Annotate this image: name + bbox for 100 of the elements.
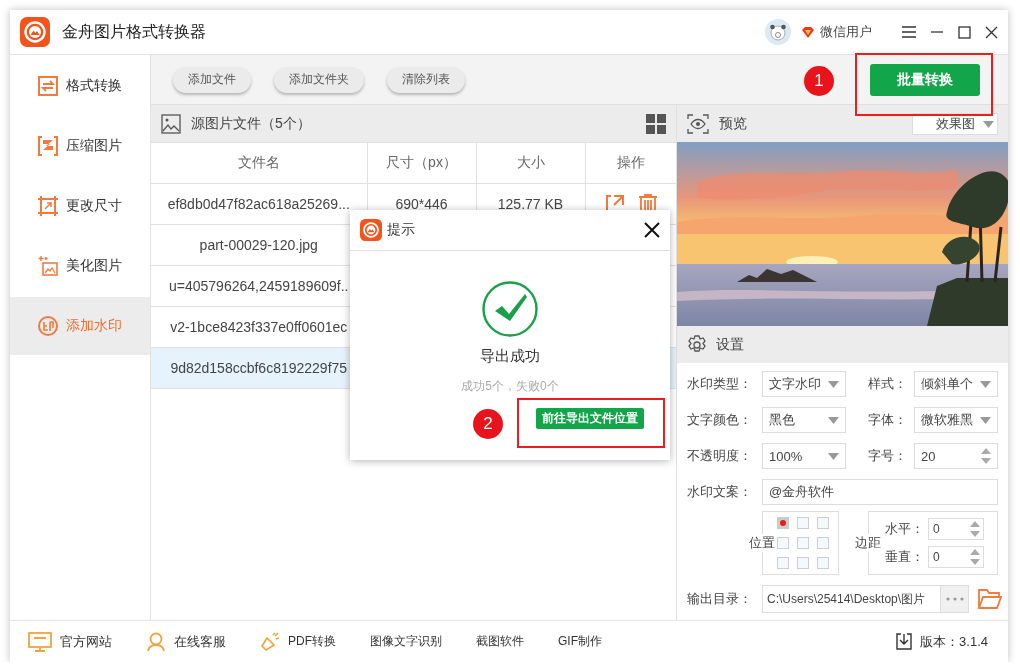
file-name: v2-1bce8423f337e0ff0601ec [170,319,348,335]
field-label: 水平： [885,520,924,538]
field-label: 字体： [867,411,908,429]
column-header: 文件名 [151,142,367,184]
file-name: 9d82d158ccbf6c8192229f75 [170,360,348,376]
window-title: 金舟图片格式转换器 [62,21,206,42]
folder-icon[interactable] [978,589,1002,609]
gem-icon [801,25,815,39]
monitor-icon [28,631,52,652]
download-icon[interactable] [896,633,913,650]
panel-title: 源图片文件（5个） [191,114,311,133]
position-cell[interactable] [797,557,809,569]
dropdown-caret-icon[interactable] [980,380,991,388]
field-label: 样式： [867,375,908,393]
column-header: 尺寸（px） [367,142,476,184]
dropdown-caret-icon[interactable] [828,416,839,424]
field-label: 输出目录： [687,590,753,608]
panda-icon [769,23,787,41]
dropdown-caret-icon[interactable] [828,380,839,388]
field-label: 水印文案： [687,483,753,501]
field-label: 位置 [749,534,775,552]
dropdown[interactable]: 100% [762,443,846,469]
panel-title: 设置 [716,335,744,354]
dropdown[interactable]: 倾斜单个 [914,371,998,397]
toolbar-button[interactable]: 添加文件夹 [274,66,364,93]
version-label: 版本：3.1.4 [920,632,988,651]
position-cell[interactable] [817,557,829,569]
field-label: 垂直： [885,548,924,566]
view-mode-dropdown[interactable]: 效果图 [912,112,998,135]
spinner-arrows-icon[interactable] [970,519,980,539]
position-cell[interactable] [817,517,829,529]
footer-link[interactable]: PDF转换 [288,633,336,650]
app-logo-icon [20,17,50,47]
footer-link[interactable]: 在线客服 [174,632,226,651]
browse-button[interactable] [941,585,969,613]
text-field[interactable]: @金舟软件 [762,479,998,505]
position-cell[interactable] [797,537,809,549]
file-size: 125.77 KB [497,196,564,212]
dropdown[interactable]: 黑色 [762,407,846,433]
field-label: 文字颜色： [687,411,753,429]
stamp-icon [38,316,58,336]
close-icon[interactable] [985,25,998,39]
sidebar-item[interactable]: 更改尺寸 [10,177,150,235]
file-name: part-00029-120.jpg [199,237,318,253]
settings-icon [687,334,707,355]
image-icon [161,113,181,134]
menu-icon[interactable] [902,26,916,38]
toolbar-button[interactable]: 清除列表 [387,66,465,93]
app-logo-icon [360,219,382,241]
result-summary: 成功5个，失败0个 [461,378,559,395]
sidebar-item[interactable]: 格式转换 [10,57,150,115]
file-name: ef8db0d47f82ac618a25269... [167,196,350,212]
field-label: 水印类型： [687,375,753,393]
column-header: 大小 [476,142,585,184]
toolbar-button[interactable]: 添加文件 [173,66,251,93]
position-cell[interactable] [777,557,789,569]
grid-view-icon[interactable] [646,113,666,134]
output-path-field[interactable]: C:\Users\25414\Desktop\图片 [762,585,941,613]
success-message: 导出成功 [480,347,540,366]
image-dimensions: 690*446 [395,196,448,212]
position-cell[interactable] [777,537,789,549]
position-cell[interactable] [817,537,829,549]
user-name[interactable]: 微信用户 [820,23,872,41]
more-icon [945,597,964,601]
sidebar-item[interactable]: 压缩图片 [10,117,150,175]
spinner-arrows-icon[interactable] [981,446,991,466]
dropdown[interactable]: 文字水印 [762,371,846,397]
close-icon[interactable] [644,222,660,238]
sparkle-image-icon [38,256,58,276]
success-check-icon [482,281,538,337]
footer-link[interactable]: GIF制作 [558,633,602,650]
number-field[interactable]: 0 [928,518,984,540]
number-field[interactable]: 0 [928,546,984,568]
compress-icon [38,136,58,156]
column-header: 操作 [585,142,676,184]
footer-link[interactable]: 截图软件 [476,633,524,650]
swap-arrows-icon [38,76,58,96]
panel-title: 预览 [719,114,747,133]
resize-icon [38,196,58,216]
footer-link[interactable]: 图像文字识别 [370,633,442,650]
dropdown-caret-icon[interactable] [828,452,839,460]
footer-link[interactable]: 官方网站 [60,632,112,651]
dropdown-caret-icon[interactable] [983,120,994,128]
field-label: 字号： [867,447,908,465]
number-field[interactable]: 20 [914,443,998,469]
maximize-icon[interactable] [958,25,971,39]
spinner-arrows-icon[interactable] [970,547,980,567]
dropdown[interactable]: 微软雅黑 [914,407,998,433]
dialog-title: 提示 [387,221,415,239]
position-cell[interactable] [777,517,789,529]
sidebar-item[interactable]: 美化图片 [10,237,150,295]
avatar[interactable] [765,19,791,45]
position-cell[interactable] [797,517,809,529]
person-icon [146,631,166,652]
field-label: 不透明度： [687,447,753,465]
field-label: 边距 [855,534,881,552]
dropdown-caret-icon[interactable] [980,416,991,424]
megaphone-icon [260,631,280,652]
file-name: u=405796264,2459189609f.. [169,278,349,294]
eye-icon [687,113,709,134]
